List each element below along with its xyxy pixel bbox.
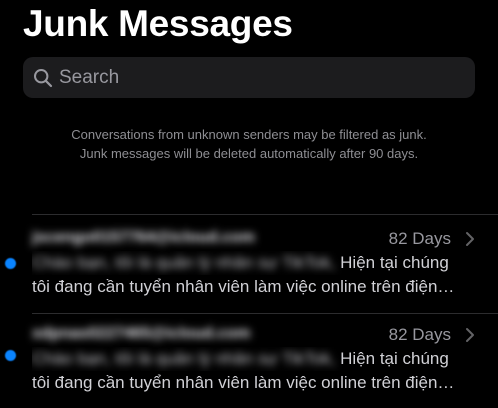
message-preview-line-1: Chào bạn, tôi là quản lý nhân sự TikTok,… (32, 347, 472, 371)
search-icon (32, 67, 54, 89)
junk-info-line-2: Junk messages will be deleted automatica… (79, 146, 419, 161)
list-divider (32, 214, 498, 215)
message-sender: jscengo0157764@icloud.com (32, 229, 255, 246)
chevron-right-icon (465, 231, 475, 247)
message-sender: xdpnas0227465@icloud.com (32, 325, 251, 342)
message-row[interactable]: xdpnas0227465@icloud.com 82 Days Chào bạ… (0, 318, 498, 406)
page-title: Junk Messages (23, 3, 293, 44)
search-input[interactable]: Search (59, 67, 119, 89)
list-divider (32, 313, 498, 314)
search-bar[interactable]: Search (23, 57, 475, 98)
chevron-right-icon (465, 327, 475, 343)
message-row[interactable]: jscengo0157764@icloud.com 82 Days Chào b… (0, 222, 498, 310)
message-preview-line-2: tôi đang cần tuyển nhân viên làm việc on… (32, 373, 455, 392)
message-date: 82 Days (388, 229, 451, 248)
message-preview-visible: Hiện tại chúng (340, 253, 449, 272)
message-preview-hidden: Chào bạn, tôi là quản lý nhân sự TikTok, (32, 253, 336, 272)
junk-info-line-1: Conversations from unknown senders may b… (71, 127, 427, 142)
message-preview-visible: Hiện tại chúng (340, 349, 449, 368)
unread-indicator (5, 350, 16, 361)
message-preview-line-2: tôi đang cần tuyển nhân viên làm việc on… (32, 277, 455, 296)
message-preview-line-1: Chào bạn, tôi là quản lý nhân sự TikTok,… (32, 251, 472, 275)
message-date: 82 Days (388, 325, 451, 344)
message-preview-hidden: Chào bạn, tôi là quản lý nhân sự TikTok, (32, 349, 336, 368)
junk-info-text: Conversations from unknown senders may b… (0, 125, 498, 163)
unread-indicator (5, 258, 16, 269)
